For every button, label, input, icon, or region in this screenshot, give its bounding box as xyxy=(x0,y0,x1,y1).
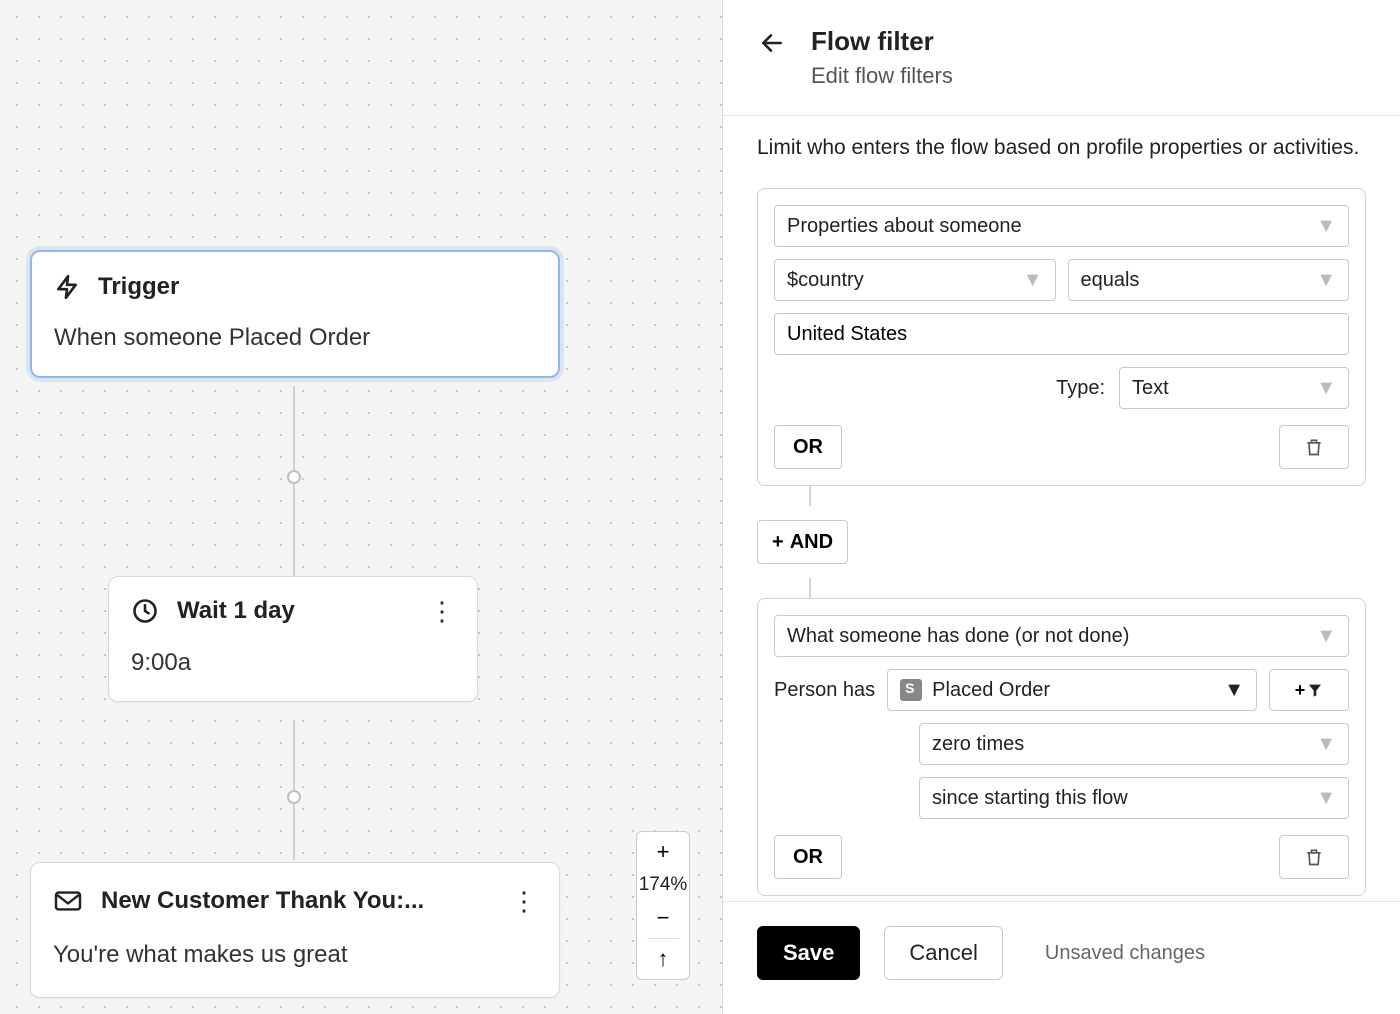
event-value: Placed Order xyxy=(932,679,1214,702)
zoom-reset-button[interactable]: ↑ xyxy=(637,939,689,979)
flow-canvas[interactable]: Trigger When someone Placed Order Wait 1… xyxy=(0,0,722,1014)
email-node[interactable]: New Customer Thank You:... ⋮ You're what… xyxy=(30,862,560,998)
filter-group-1: Properties about someone ▼ $country ▼ eq… xyxy=(757,188,1366,486)
chevron-down-icon: ▼ xyxy=(1316,787,1336,810)
arrow-up-icon: ↑ xyxy=(658,946,669,971)
chevron-down-icon: ▼ xyxy=(1316,215,1336,238)
and-label: AND xyxy=(790,531,833,554)
email-subject: You're what makes us great xyxy=(53,941,537,969)
connector-line xyxy=(293,386,295,576)
operator-value: equals xyxy=(1081,269,1140,292)
connector-dot[interactable] xyxy=(287,790,301,804)
zoom-controls: + 174% − ↑ xyxy=(636,831,690,980)
zoom-in-button[interactable]: + xyxy=(637,832,689,872)
trigger-node[interactable]: Trigger When someone Placed Order xyxy=(30,250,560,378)
add-event-filter-button[interactable]: + xyxy=(1269,669,1349,711)
count-select[interactable]: zero times ▼ xyxy=(919,723,1349,765)
funnel-icon xyxy=(1307,682,1323,698)
or-button[interactable]: OR xyxy=(774,835,842,879)
trigger-description: When someone Placed Order xyxy=(54,324,536,352)
arrow-left-icon xyxy=(757,30,787,56)
envelope-icon xyxy=(53,889,83,913)
lightning-icon xyxy=(54,272,80,302)
panel-subtitle: Edit flow filters xyxy=(811,63,953,89)
timeframe-select[interactable]: since starting this flow ▼ xyxy=(919,777,1349,819)
zoom-level: 174% xyxy=(639,872,688,898)
filter-group-2: What someone has done (or not done) ▼ Pe… xyxy=(757,598,1366,896)
chevron-down-icon: ▼ xyxy=(1023,269,1043,292)
save-button[interactable]: Save xyxy=(757,926,860,980)
chevron-down-icon: ▼ xyxy=(1316,377,1336,400)
kebab-icon: ⋮ xyxy=(429,596,455,626)
wait-menu-button[interactable]: ⋮ xyxy=(429,598,455,624)
type-select[interactable]: Text ▼ xyxy=(1119,367,1349,409)
plus-icon: + xyxy=(1295,680,1306,701)
plus-icon: + xyxy=(772,531,784,554)
condition-type-value: What someone has done (or not done) xyxy=(787,625,1129,648)
plus-icon: + xyxy=(657,839,670,864)
chevron-down-icon: ▼ xyxy=(1316,625,1336,648)
panel-description: Limit who enters the flow based on profi… xyxy=(757,136,1366,160)
person-has-label: Person has xyxy=(774,679,875,702)
and-connector xyxy=(809,486,811,506)
value-input[interactable] xyxy=(774,313,1349,355)
event-select[interactable]: Placed Order ▼ xyxy=(887,669,1257,711)
email-menu-button[interactable]: ⋮ xyxy=(511,888,537,914)
operator-select[interactable]: equals ▼ xyxy=(1068,259,1350,301)
delete-condition-button[interactable] xyxy=(1279,425,1349,469)
zoom-out-button[interactable]: − xyxy=(637,898,689,938)
trigger-title: Trigger xyxy=(98,273,179,301)
chevron-down-icon: ▼ xyxy=(1316,733,1336,756)
condition-type-select[interactable]: What someone has done (or not done) ▼ xyxy=(774,615,1349,657)
unsaved-changes-label: Unsaved changes xyxy=(1045,942,1205,965)
chevron-down-icon: ▼ xyxy=(1224,679,1244,702)
and-connector xyxy=(809,578,811,598)
condition-type-select[interactable]: Properties about someone ▼ xyxy=(774,205,1349,247)
wait-title: Wait 1 day xyxy=(177,597,411,625)
wait-node[interactable]: Wait 1 day ⋮ 9:00a xyxy=(108,576,478,702)
email-title: New Customer Thank You:... xyxy=(101,887,493,915)
property-value: $country xyxy=(787,269,864,292)
kebab-icon: ⋮ xyxy=(511,886,537,916)
filter-panel: Flow filter Edit flow filters Limit who … xyxy=(722,0,1400,1014)
delete-condition-button[interactable] xyxy=(1279,835,1349,879)
property-select[interactable]: $country ▼ xyxy=(774,259,1056,301)
trash-icon xyxy=(1304,846,1324,868)
cancel-button[interactable]: Cancel xyxy=(884,926,1002,980)
timeframe-value: since starting this flow xyxy=(932,787,1128,810)
type-value: Text xyxy=(1132,377,1169,400)
add-and-button[interactable]: + AND xyxy=(757,520,848,564)
chevron-down-icon: ▼ xyxy=(1316,269,1336,292)
type-label: Type: xyxy=(1056,377,1105,400)
connector-line xyxy=(293,720,295,860)
shopify-icon xyxy=(900,679,922,701)
connector-dot[interactable] xyxy=(287,470,301,484)
trash-icon xyxy=(1304,436,1324,458)
panel-title: Flow filter xyxy=(811,26,953,57)
minus-icon: − xyxy=(657,905,670,930)
count-value: zero times xyxy=(932,733,1024,756)
clock-icon xyxy=(131,597,159,625)
back-button[interactable] xyxy=(757,26,787,56)
or-button[interactable]: OR xyxy=(774,425,842,469)
wait-time: 9:00a xyxy=(131,649,455,677)
condition-type-value: Properties about someone xyxy=(787,215,1022,238)
